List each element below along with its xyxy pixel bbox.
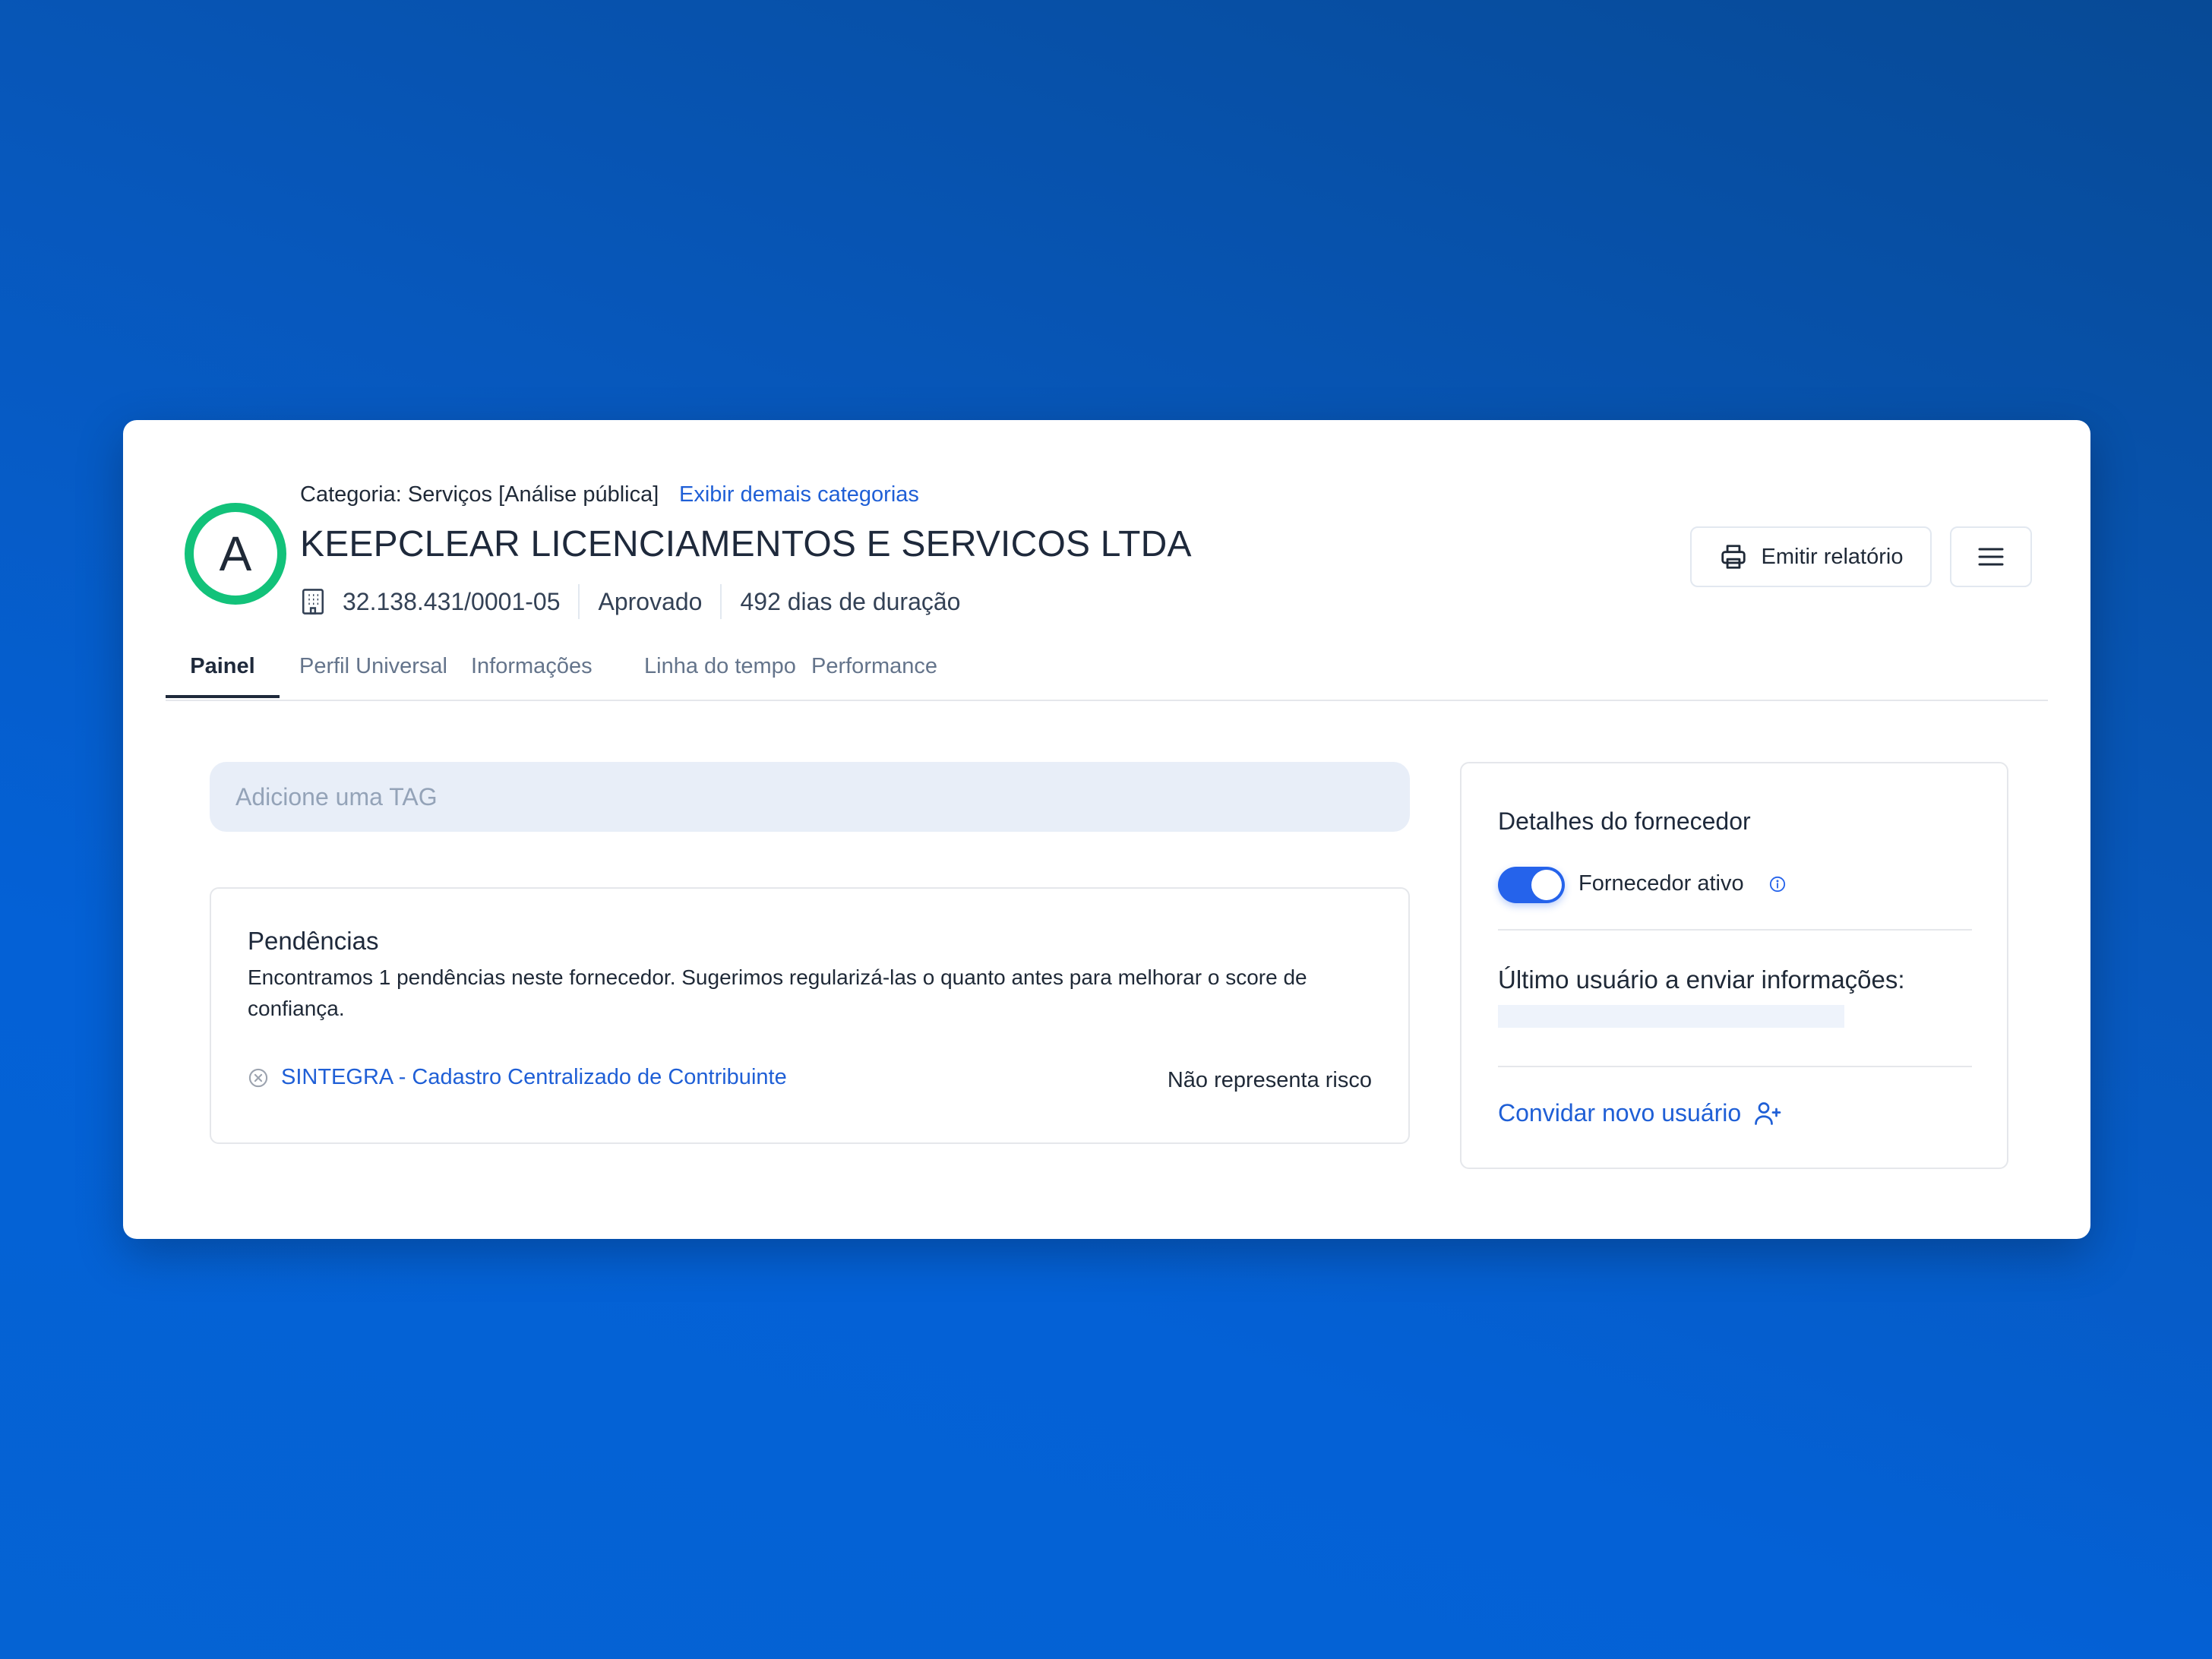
menu-button[interactable]	[1950, 526, 2032, 587]
pendencia-risk: Não representa risco	[1167, 1068, 1372, 1092]
supplier-details-title: Detalhes do fornecedor	[1498, 807, 1751, 835]
supplier-card: A Categoria: Serviços [Análise pública] …	[123, 420, 2090, 1239]
tab-linha-do-tempo[interactable]: Linha do tempo	[644, 645, 796, 700]
status-badge: Aprovado	[598, 587, 703, 615]
toggle-knob	[1531, 870, 1562, 900]
last-user-label: Último usuário a enviar informações:	[1498, 965, 1905, 994]
invite-user-button[interactable]: Convidar novo usuário	[1498, 1099, 1784, 1127]
tab-painel[interactable]: Painel	[166, 645, 280, 698]
divider	[1498, 1066, 1972, 1067]
tab-perfil-universal[interactable]: Perfil Universal	[299, 645, 447, 700]
info-icon[interactable]	[1769, 876, 1786, 893]
tab-bar: Painel Perfil Universal Informações Linh…	[166, 645, 2048, 701]
tab-informacoes[interactable]: Informações	[471, 645, 592, 700]
emit-report-label: Emitir relatório	[1761, 544, 1904, 569]
user-plus-icon	[1753, 1100, 1784, 1127]
pendencia-item: SINTEGRA - Cadastro Centralizado de Cont…	[248, 1065, 787, 1090]
last-user-value-redacted	[1498, 1005, 1844, 1028]
pendencias-title: Pendências	[248, 927, 379, 955]
duration-text: 492 dias de duração	[740, 587, 961, 615]
divider	[720, 584, 722, 619]
printer-icon	[1719, 542, 1748, 571]
divider	[1498, 929, 1972, 931]
cnpj: 32.138.431/0001-05	[343, 587, 561, 615]
category-text: Categoria: Serviços [Análise pública]	[300, 482, 659, 507]
divider	[578, 584, 580, 619]
company-meta: 32.138.431/0001-05 Aprovado 492 dias de …	[300, 583, 960, 621]
tag-input[interactable]	[210, 762, 1410, 832]
company-name: KEEPCLEAR LICENCIAMENTOS E SERVICOS LTDA	[300, 524, 1192, 564]
pendencias-card: Pendências Encontramos 1 pendências nest…	[210, 887, 1410, 1144]
show-categories-link[interactable]: Exibir demais categorias	[679, 482, 919, 507]
active-supplier-toggle[interactable]	[1498, 867, 1565, 903]
pendencia-link[interactable]: SINTEGRA - Cadastro Centralizado de Cont…	[281, 1065, 787, 1090]
building-icon	[300, 587, 326, 616]
active-supplier-label: Fornecedor ativo	[1578, 871, 1744, 896]
x-circle-icon	[248, 1067, 269, 1089]
hamburger-menu-icon	[1977, 546, 2005, 567]
emit-report-button[interactable]: Emitir relatório	[1690, 526, 1932, 587]
tab-performance[interactable]: Performance	[811, 645, 937, 700]
pendencias-description: Encontramos 1 pendências neste fornecedo…	[248, 965, 1307, 1020]
invite-user-label: Convidar novo usuário	[1498, 1099, 1742, 1127]
score-avatar: A	[185, 503, 286, 605]
supplier-details-card: Detalhes do fornecedor Fornecedor ativo …	[1460, 762, 2008, 1169]
avatar-letter: A	[219, 526, 252, 581]
